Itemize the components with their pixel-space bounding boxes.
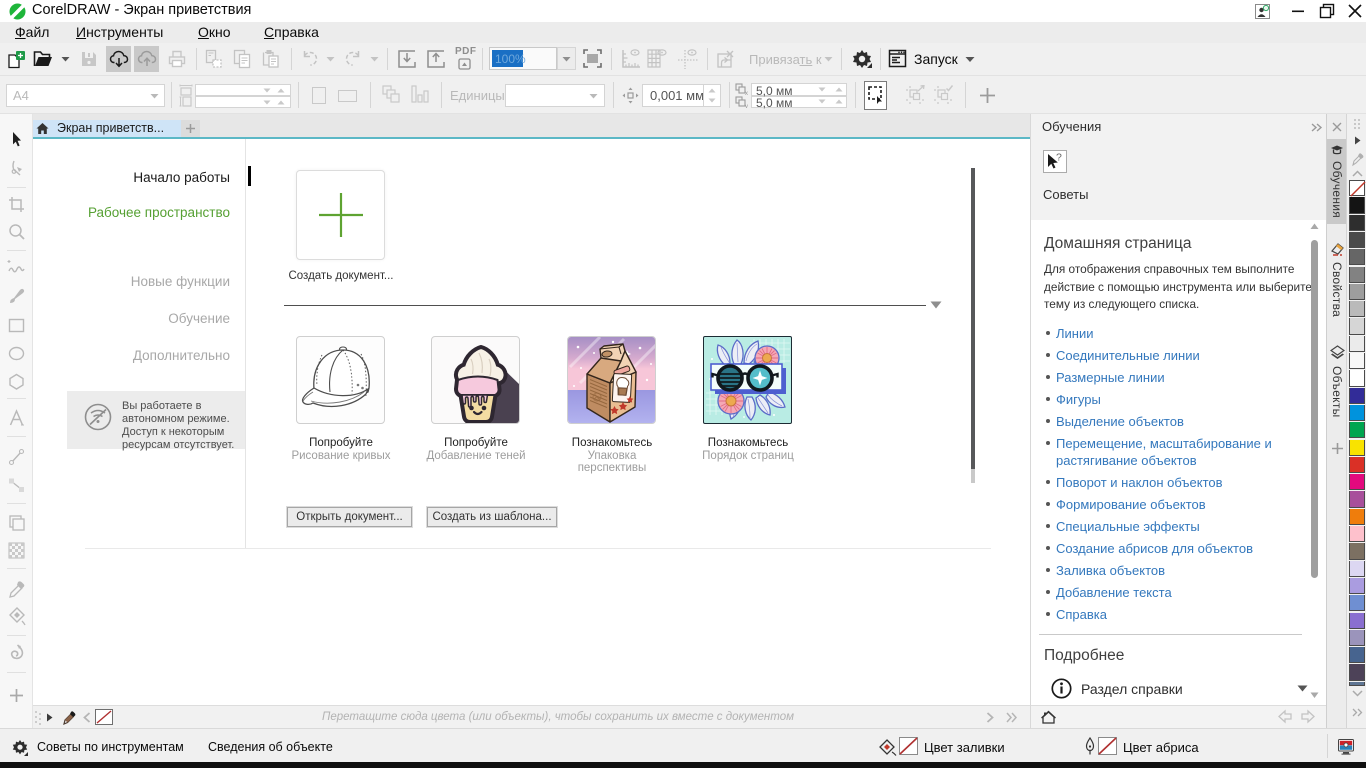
svg-text:y: y — [745, 104, 748, 108]
svg-text:?: ? — [1056, 152, 1062, 164]
svg-text:x: x — [745, 91, 748, 95]
